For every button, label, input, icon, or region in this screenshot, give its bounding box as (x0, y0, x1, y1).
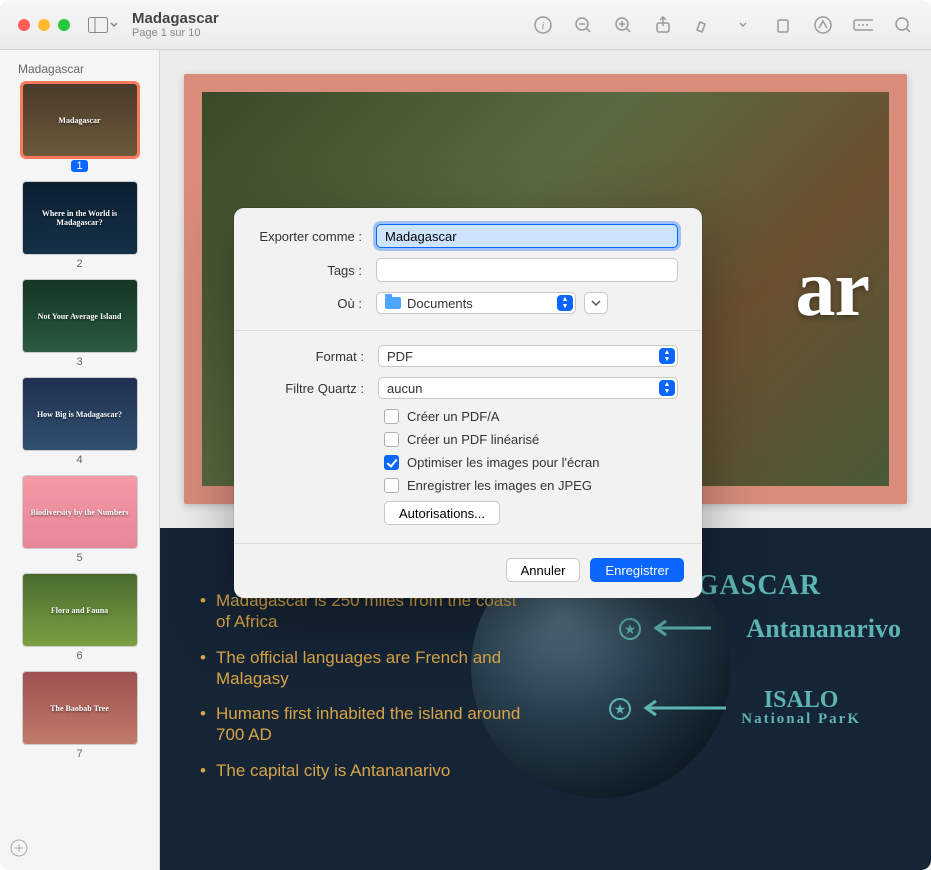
annotation-capital: Antananarivo (746, 614, 901, 644)
thumbnail-page-3[interactable]: Not Your Average Island (23, 280, 137, 352)
format-label: Format : (258, 349, 370, 364)
window-controls (18, 19, 70, 31)
thumbnail-page-1[interactable]: Madagascar (23, 84, 137, 156)
thumbnail-page-4[interactable]: How Big is Madagascar? (23, 378, 137, 450)
info-button[interactable]: i (533, 16, 553, 34)
where-select[interactable]: Documents ▲▼ (376, 292, 576, 314)
export-as-label: Exporter comme : (258, 229, 368, 244)
thumbnail-page-number: 7 (76, 748, 82, 760)
zoom-out-button[interactable] (573, 16, 593, 34)
cancel-button[interactable]: Annuler (506, 558, 581, 582)
add-page-button[interactable] (10, 839, 28, 862)
page-indicator: Page 1 sur 10 (132, 27, 219, 39)
thumbnail-label: Where in the World is Madagascar? (27, 209, 133, 227)
star-marker-capital: ★ (619, 618, 641, 640)
thumbnail-page-number: 1 (71, 160, 87, 172)
checkbox-label: Créer un PDF/A (407, 409, 499, 424)
thumbnail-page-number: 4 (76, 454, 82, 466)
where-value: Documents (407, 296, 473, 311)
export-filename-input[interactable] (376, 224, 678, 248)
toolbar-right: i (533, 16, 913, 34)
select-arrows-icon: ▲▼ (557, 295, 573, 311)
thumbnails-sidebar: Madagascar Madagascar 1 Where in the World… (0, 50, 160, 870)
annotation-park-title: ISALO (764, 687, 839, 713)
save-button[interactable]: Enregistrer (590, 558, 684, 582)
thumbnail-page-number: 6 (76, 650, 82, 662)
star-marker-park: ★ (609, 698, 631, 720)
document-title: Madagascar (132, 10, 219, 27)
expand-folder-button[interactable] (584, 292, 608, 314)
titlebar: Madagascar Page 1 sur 10 i (0, 0, 931, 50)
tags-label: Tags : (258, 263, 368, 278)
thumbnail-page-5[interactable]: Biodiversity by the Numbers (23, 476, 137, 548)
export-dialog: Exporter comme : Tags : Où : Documents ▲… (234, 208, 702, 598)
document-title-block: Madagascar Page 1 sur 10 (132, 10, 219, 39)
checkbox-0[interactable] (384, 409, 399, 424)
checkbox-3[interactable] (384, 478, 399, 493)
thumbnail-page-7[interactable]: The Baobab Tree (23, 672, 137, 744)
sidebar-icon (88, 17, 108, 33)
checkbox-2[interactable] (384, 455, 399, 470)
format-select[interactable]: PDF ▲▼ (378, 345, 678, 367)
thumbnail-label: Not Your Average Island (38, 312, 122, 321)
arrow-park-icon (636, 698, 731, 718)
permissions-button[interactable]: Autorisations... (384, 501, 500, 525)
thumbnail-label: Biodiversity by the Numbers (31, 508, 129, 517)
checkbox-label: Créer un PDF linéarisé (407, 432, 539, 447)
minimize-button[interactable] (38, 19, 50, 31)
checkbox-1[interactable] (384, 432, 399, 447)
tags-input[interactable] (376, 258, 678, 282)
folder-icon (385, 297, 401, 309)
plus-circle-icon (10, 839, 28, 857)
app-window: Madagascar Page 1 sur 10 i Madagascar Ma… (0, 0, 931, 870)
quartz-filter-select[interactable]: aucun ▲▼ (378, 377, 678, 399)
chevron-down-icon (110, 21, 118, 29)
maximize-button[interactable] (58, 19, 70, 31)
chevron-down-icon (591, 299, 601, 307)
highlight-button[interactable] (693, 16, 713, 34)
thumbnail-page-number: 2 (76, 258, 82, 270)
close-button[interactable] (18, 19, 30, 31)
zoom-in-button[interactable] (613, 16, 633, 34)
bullets-list: Madagascar is 250 miles from the coast o… (200, 590, 530, 781)
select-arrows-icon: ▲▼ (659, 380, 675, 396)
checkbox-label: Optimiser les images pour l'écran (407, 455, 600, 470)
thumbnail-page-number: 3 (76, 356, 82, 368)
thumbnail-page-2[interactable]: Where in the World is Madagascar? (23, 182, 137, 254)
arrow-capital-icon (646, 618, 716, 638)
search-button[interactable] (893, 16, 913, 34)
sidebar-title: Madagascar (18, 62, 151, 76)
checkbox-label: Enregistrer les images en JPEG (407, 478, 592, 493)
quartz-filter-value: aucun (387, 381, 422, 396)
where-label: Où : (258, 296, 368, 311)
quartz-filter-label: Filtre Quartz : (258, 381, 370, 396)
thumbnail-page-number: 5 (76, 552, 82, 564)
annotation-park-sub: National ParK (741, 712, 861, 727)
thumbnail-label: Madagascar (58, 116, 100, 125)
annotation-park: ISALO National ParK (741, 688, 861, 727)
share-button[interactable] (653, 16, 673, 34)
sidebar-toggle-button[interactable] (88, 17, 118, 33)
thumbnail-label: How Big is Madagascar? (37, 410, 122, 419)
format-value: PDF (387, 349, 413, 364)
thumbnail-page-6[interactable]: Flora and Fauna (23, 574, 137, 646)
bullet-item: Humans first inhabited the island around… (200, 703, 530, 746)
svg-text:i: i (541, 20, 544, 32)
thumbnail-label: The Baobab Tree (50, 704, 109, 713)
bullet-item: The capital city is Antananarivo (200, 760, 530, 781)
highlight-chevron-icon[interactable] (733, 16, 753, 34)
markup-button[interactable] (813, 16, 833, 34)
bullet-item: The official languages are French and Ma… (200, 647, 530, 690)
thumbnail-label: Flora and Fauna (51, 606, 108, 615)
form-button[interactable] (853, 16, 873, 34)
rotate-button[interactable] (773, 16, 793, 34)
slide1-title-fragment: ar (795, 244, 869, 335)
select-arrows-icon: ▲▼ (659, 348, 675, 364)
